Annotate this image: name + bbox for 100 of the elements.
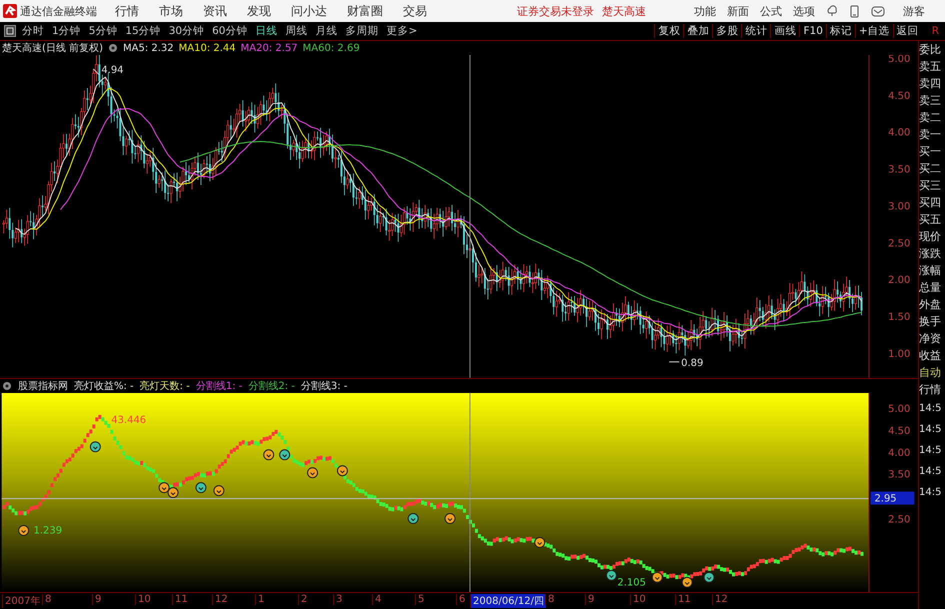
signal-marker-icon [158,482,170,493]
price-axis-label: 3.00 [888,201,910,212]
indicator-value-label: 43.446 [111,414,146,426]
signal-marker-icon [263,449,274,460]
quote-field-label: 收益 [919,348,942,364]
quote-field-label: 换手 [919,314,942,330]
menu-item[interactable]: 发现 [247,2,271,20]
period-tab[interactable]: 1分钟 [52,24,81,38]
menu-item[interactable]: 新面 [727,4,749,18]
time-axis-label: 2007年 [2,594,42,608]
chart-title: 楚天高速(日线 前复权) [2,42,103,55]
indicator-value-label: 2.105 [617,577,646,588]
quote-field-label: 卖三 [919,93,942,109]
settings-circle-icon[interactable] [2,380,12,391]
signal-marker-icon [213,484,224,496]
indicator-axis-label: 5.00 [888,404,910,415]
signal-marker-icon [18,524,30,536]
corner-label[interactable]: R [932,25,939,37]
quote-mode-label[interactable]: 行情 [919,381,945,398]
mail-icon[interactable] [871,6,885,16]
menu-item[interactable]: 财富圈 [347,2,383,20]
phone-icon[interactable] [850,4,859,18]
settings-circle-icon[interactable] [108,43,118,53]
tool-button[interactable]: 叠加 [683,24,712,38]
quote-field-label: 卖一 [919,127,942,143]
status-text: 楚天高速 [602,4,646,18]
indicator-field: 分割线1: - [196,378,242,393]
indicator-name: 股票指标网 [18,380,68,393]
tool-button[interactable]: 画线 [770,24,800,38]
menu-item[interactable]: 问小达 [291,2,327,20]
tool-button[interactable]: F10 [799,25,826,37]
signal-marker-icon [195,482,206,493]
tool-button[interactable]: 统计 [741,24,770,38]
period-tab[interactable]: 30分钟 [168,24,204,38]
time-axis-label: 12 [212,594,230,606]
period-tab[interactable]: 5分钟 [88,24,118,38]
quote-field-label: 委比 [919,42,942,58]
time-axis-label: 9 [92,594,104,606]
indicator-axis-label: 4.00 [888,448,910,459]
indicator-field: 分割线2: - [248,378,295,393]
period-tab[interactable]: 60分钟 [212,24,248,38]
ma-label: MA10: 2.44 [178,42,236,54]
trade-time: 14:5 [919,486,942,500]
signal-marker-icon [606,570,617,581]
menu-item[interactable]: 公式 [760,4,782,18]
period-tab[interactable]: 多周期 [346,24,378,38]
user-label[interactable]: 游客 [903,4,925,18]
quote-field-label: 买一 [919,144,942,160]
period-tab[interactable]: 分时 [22,24,44,38]
quote-field-label: 买二 [919,161,942,177]
period-tab[interactable]: 更多> [386,24,418,38]
price-axis-label: 1.50 [888,312,910,323]
price-axis-label: 2.00 [888,275,910,286]
tool-button[interactable]: 返回 [892,24,922,38]
quote-field-label: 涨跌 [919,246,942,262]
app-title: 通达信金融终端 [20,4,97,18]
menu-item[interactable]: 选项 [793,4,815,18]
price-axis-label: 4.50 [888,90,910,102]
quote-field-label: 买三 [919,178,942,194]
quote-mode-label[interactable]: 自动 [919,364,945,381]
ma-label: MA20: 2.57 [240,42,298,54]
time-axis-label: 2 [298,594,310,606]
price-axis-label: 1.00 [888,348,910,360]
quote-field-label: 卖二 [919,110,942,126]
quote-field-label: 涨幅 [919,263,942,279]
tool-button[interactable]: +自选 [854,24,893,38]
period-tab[interactable]: 15分钟 [125,24,161,38]
menu-item[interactable]: 行情 [115,2,139,20]
time-axis-label: 10 [630,594,648,606]
signal-marker-icon [408,512,419,524]
menu-item[interactable]: 功能 [694,4,716,18]
tool-button[interactable]: 多股 [712,24,742,38]
quote-field-label: 总量 [919,280,942,296]
time-axis-label: 2008/06/12/四 [470,594,546,608]
signal-marker-icon [90,441,101,452]
time-axis-label: 1 [255,594,266,606]
tool-button[interactable]: 复权 [654,24,684,38]
time-axis-label: 5 [415,594,426,606]
indicator-axis-label: 3.50 [888,469,910,480]
tool-button[interactable]: 标记 [826,24,855,38]
time-axis-label: 8 [42,594,54,606]
signal-marker-icon [307,467,318,478]
ma-label: MA60: 2.69 [302,42,360,54]
panel-toggle-icon[interactable] [4,25,16,37]
menu-item[interactable]: 资讯 [203,2,227,20]
period-tab[interactable]: 月线 [316,24,338,38]
indicator-axis-label: 2.50 [888,514,910,526]
signal-marker-icon [534,536,546,548]
signal-marker-icon [704,572,715,583]
time-axis-label: 4 [372,594,384,606]
signal-marker-icon [336,465,348,476]
trade-time: 14:5 [919,465,942,479]
quote-field-label: 买五 [919,212,942,228]
quote-field-label: 买四 [919,195,942,211]
period-tab[interactable]: 日线 [256,24,278,38]
price-axis-label: 2.50 [888,238,910,250]
menu-item[interactable]: 交易 [403,2,427,20]
time-axis-label: 8 [545,594,556,606]
period-tab[interactable]: 周线 [286,24,308,38]
menu-item[interactable]: 市场 [159,2,183,20]
